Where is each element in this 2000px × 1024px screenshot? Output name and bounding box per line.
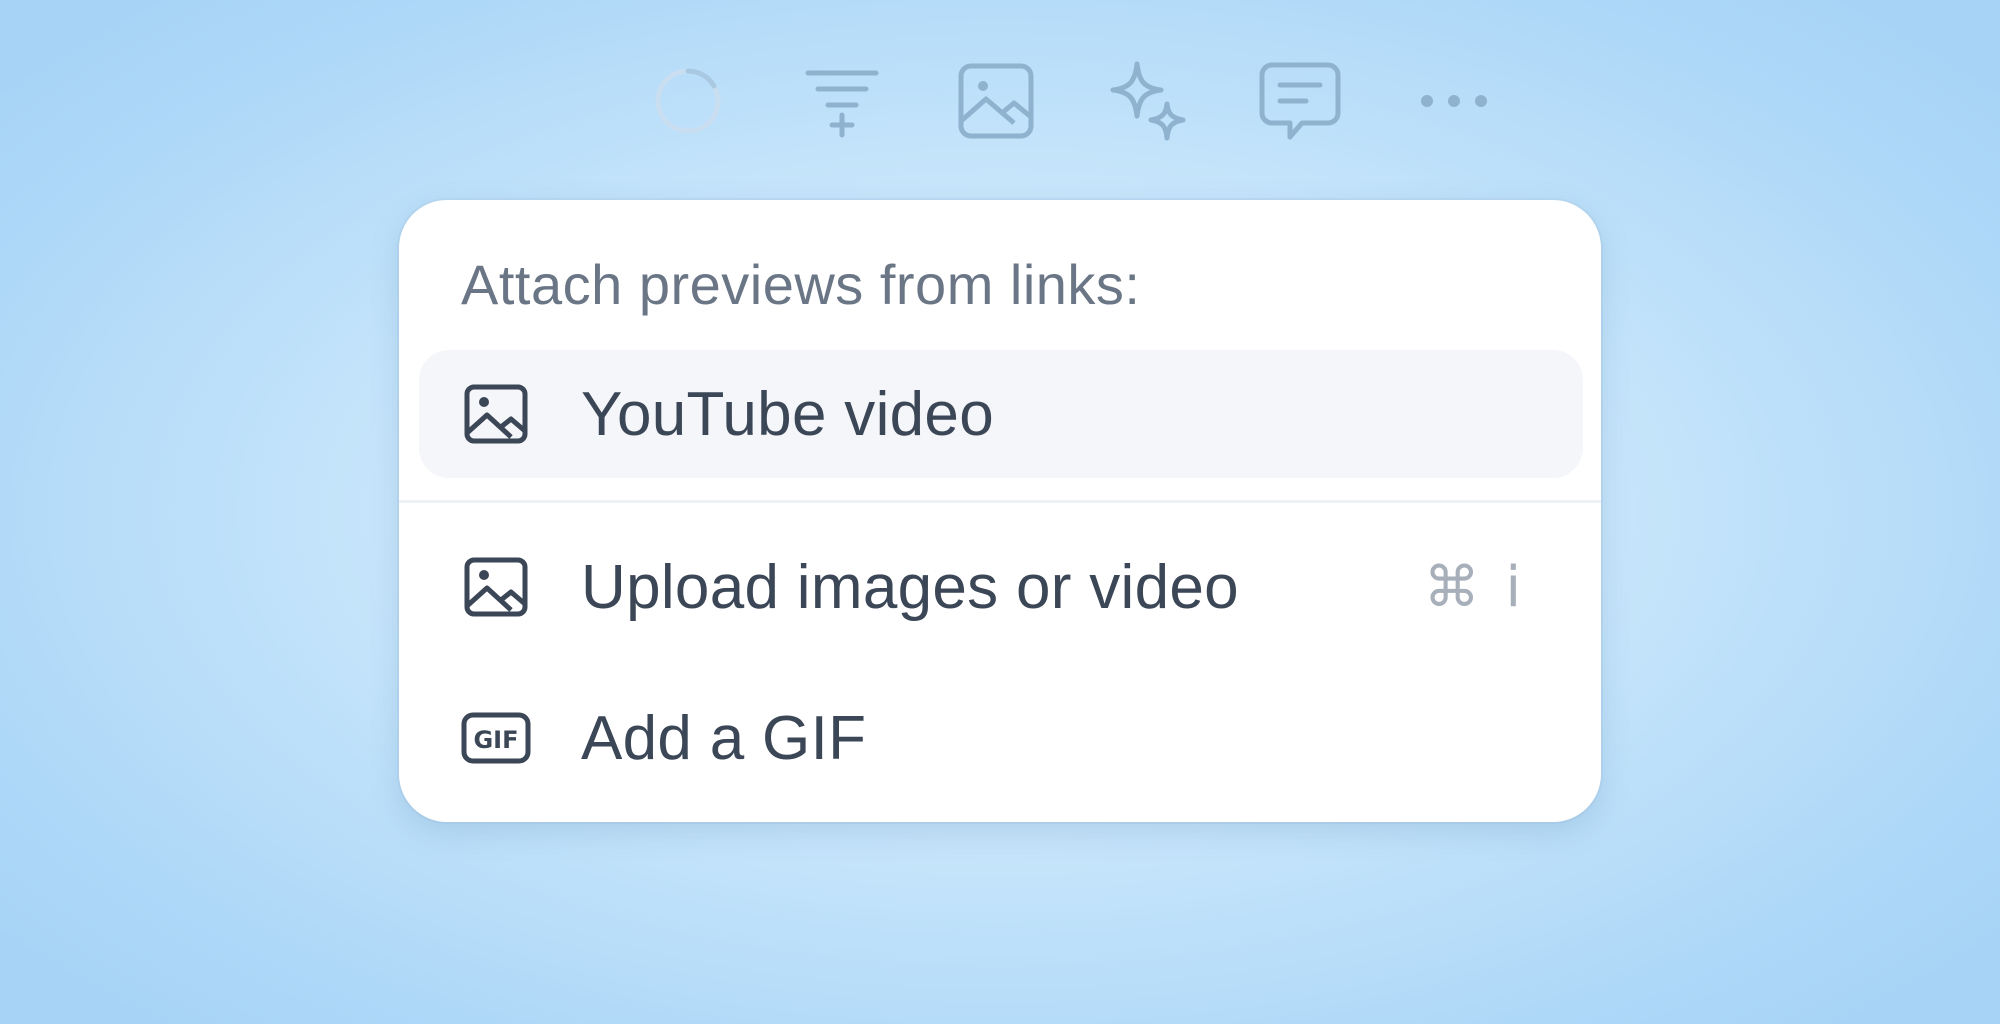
insert-image-button[interactable] bbox=[948, 56, 1044, 146]
ai-assist-button[interactable] bbox=[1100, 56, 1196, 146]
comment-button[interactable] bbox=[1252, 56, 1348, 146]
menu-item-youtube-video[interactable]: YouTube video bbox=[419, 350, 1583, 478]
image-icon bbox=[958, 63, 1034, 139]
gif-icon: GIF bbox=[461, 703, 531, 773]
more-horizontal-icon bbox=[1421, 95, 1487, 107]
keyboard-shortcut: ⌘ i bbox=[1423, 554, 1525, 620]
sparkle-icon bbox=[1110, 61, 1186, 141]
image-icon bbox=[461, 379, 531, 449]
comment-icon bbox=[1259, 62, 1341, 140]
add-filter-button[interactable] bbox=[794, 56, 890, 146]
image-icon bbox=[461, 552, 531, 622]
menu-item-add-gif[interactable]: GIF Add a GIF bbox=[419, 674, 1583, 802]
menu-item-upload-images[interactable]: Upload images or video ⌘ i bbox=[419, 523, 1583, 651]
loading-button[interactable] bbox=[640, 56, 736, 146]
more-options-button[interactable] bbox=[1406, 56, 1502, 146]
gif-icon-text: GIF bbox=[473, 726, 518, 754]
menu-divider bbox=[399, 500, 1601, 503]
menu-item-label: Add a GIF bbox=[581, 703, 867, 773]
menu-header: Attach previews from links: bbox=[461, 253, 1141, 316]
menu-item-label: Upload images or video bbox=[581, 552, 1239, 622]
filter-add-icon bbox=[805, 70, 879, 138]
attach-menu: Attach previews from links: YouTube vide… bbox=[399, 200, 1601, 822]
loading-spinner-icon bbox=[655, 68, 721, 134]
menu-item-label: YouTube video bbox=[581, 379, 994, 449]
